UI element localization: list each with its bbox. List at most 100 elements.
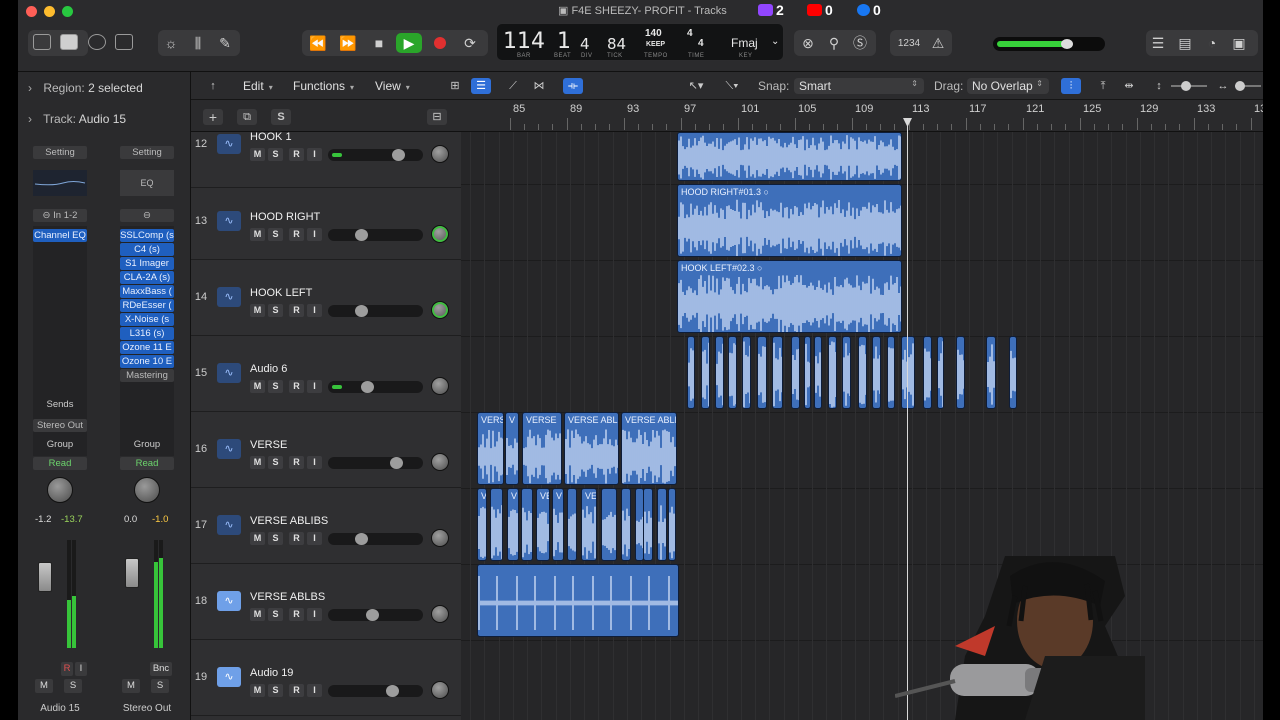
track-name[interactable]: HOOD RIGHT [250,211,320,223]
track-volume-knob[interactable] [392,149,405,161]
setting-button[interactable]: Setting [33,146,87,159]
track-header[interactable]: 12 ∿ HOOK 1 M S R I [191,112,461,188]
replace-icon[interactable]: ⊗ [798,33,818,53]
plugin-slot[interactable]: L316 (s) [120,327,174,340]
plugin-slot[interactable]: CLA-2A (s) [120,271,174,284]
mute-button[interactable]: M [35,679,53,693]
track-mute-button[interactable]: M [250,608,265,621]
vertical-zoom-icon[interactable]: ↕ [1149,78,1169,94]
audio-region[interactable] [643,488,653,561]
audio-region[interactable] [901,336,915,409]
track-volume-knob[interactable] [355,533,368,545]
track-header[interactable]: 14 ∿ HOOK LEFT M S R I [191,260,461,336]
volume-fader[interactable] [38,562,52,592]
lcd-key[interactable]: Fmaj [731,36,758,50]
audio-region[interactable]: V [505,412,519,485]
fit-vertical-icon[interactable]: ⤒ [1093,78,1113,94]
smart-controls-icon[interactable]: ☼ [161,33,181,53]
track-name[interactable]: HOOK LEFT [250,287,312,299]
horizontal-zoom-slider[interactable] [1235,81,1261,91]
metronome-icon[interactable]: ⚠ [928,33,948,53]
track-pan-knob[interactable] [431,377,449,395]
group-slot[interactable]: Group [120,438,174,451]
close-window-button[interactable] [26,6,37,17]
solo-mode-icon[interactable]: Ⓢ [850,33,870,53]
plugin-channel-eq[interactable]: Channel EQ [33,229,87,242]
audio-region[interactable]: VER [581,488,597,561]
notepad-icon[interactable]: ▤ [1175,33,1195,53]
track-pan-knob[interactable] [431,225,449,243]
fit-horizontal-icon[interactable]: ⇹ [1119,78,1139,94]
audio-region[interactable] [715,336,724,409]
track-name[interactable]: HOOK 1 [250,131,292,143]
snap-dropdown[interactable]: Smart ⇕ [794,78,924,94]
track-record-button[interactable]: R [289,608,304,621]
track-record-button[interactable]: R [289,532,304,545]
master-volume-knob[interactable] [1061,39,1073,49]
list-editors-icon[interactable]: ☰ [1148,33,1168,53]
track-header[interactable]: 16 ∿ VERSE M S R I [191,412,461,488]
input-slot[interactable]: ⊖ In 1-2 [33,209,87,222]
audio-region[interactable] [791,336,800,409]
track-mute-button[interactable]: M [250,532,265,545]
audio-region[interactable] [772,336,783,409]
track-mute-button[interactable]: M [250,148,265,161]
track-mute-button[interactable]: M [250,456,265,469]
track-input-monitor-button[interactable]: I [307,608,322,621]
up-arrow-icon[interactable]: ↑ [203,78,223,94]
audio-region[interactable] [1009,336,1017,409]
track-volume-slider[interactable] [328,381,423,393]
track-volume-slider[interactable] [328,457,423,469]
record-button[interactable] [429,33,451,53]
stop-button[interactable]: ■ [368,33,390,53]
track-volume-slider[interactable] [328,533,423,545]
mixer-icon[interactable]: ⫼ [188,33,208,53]
track-input-monitor-button[interactable]: I [307,684,322,697]
track-volume-knob[interactable] [386,685,399,697]
pan-knob[interactable] [134,477,160,503]
track-solo-button[interactable]: S [268,532,283,545]
track-volume-slider[interactable] [328,685,423,697]
track-header[interactable]: 19 ∿ Audio 19 M S R I [191,640,461,716]
track-mute-button[interactable]: M [250,304,265,317]
track-mute-button[interactable]: M [250,380,265,393]
output-slot[interactable]: Stereo Out [33,419,87,432]
audio-region[interactable] [858,336,867,409]
track-record-button[interactable]: R [289,228,304,241]
track-volume-knob[interactable] [355,229,368,241]
inspector-icon[interactable] [60,34,78,50]
catch-playhead-icon[interactable]: ⟛ [563,78,583,94]
region-verse-ablbs[interactable] [477,564,679,637]
track-solo-button[interactable]: S [268,380,283,393]
audio-region[interactable] [814,336,822,409]
audio-region[interactable] [601,488,617,561]
track-volume-knob[interactable] [361,381,374,393]
audio-region[interactable]: V [507,488,519,561]
audio-region[interactable] [567,488,577,561]
audio-region[interactable]: VERSE ABLI [564,412,619,485]
setting-button[interactable]: Setting [120,146,174,159]
plugin-slot[interactable]: Ozone 10 E [120,355,174,368]
region-hook-1[interactable] [677,132,902,181]
play-button[interactable]: ▶ [396,33,422,53]
group-slot[interactable]: Group [33,438,87,451]
audio-region[interactable]: VE [536,488,550,561]
track-input-monitor-button[interactable]: I [307,532,322,545]
track-mute-button[interactable]: M [250,228,265,241]
audio-region[interactable] [937,336,944,409]
track-input-monitor-button[interactable]: I [307,304,322,317]
plugin-slot[interactable]: RDeEsser ( [120,299,174,312]
rewind-button[interactable]: ⏪ [306,33,330,53]
toolbar-icon[interactable] [115,34,133,50]
vertical-zoom-slider[interactable] [1171,81,1207,91]
track-volume-knob[interactable] [390,457,403,469]
count-in-button[interactable]: 1234 [894,33,924,53]
audio-region[interactable] [742,336,751,409]
tuner-icon[interactable]: ⚲ [824,33,844,53]
drag-dropdown[interactable]: No Overlap ⇕ [967,78,1049,94]
audio-region[interactable]: V [552,488,564,561]
region-hook-left[interactable]: HOOK LEFT#02.3 ○ [677,260,902,333]
plugin-slot[interactable]: Ozone 11 E [120,341,174,354]
track-pan-knob[interactable] [431,529,449,547]
track-name[interactable]: Audio 19 [250,667,293,679]
